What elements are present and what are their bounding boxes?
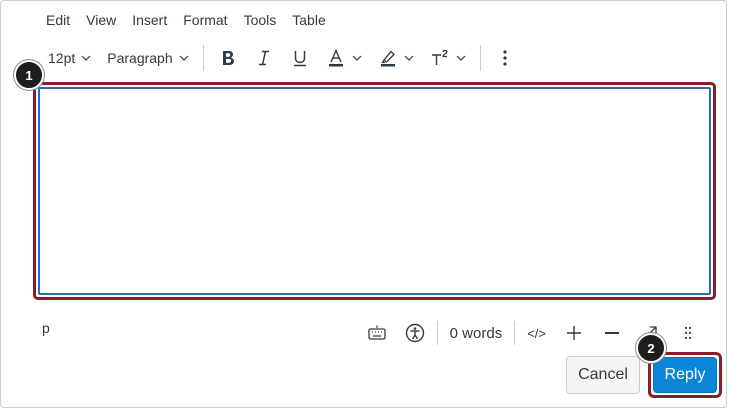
- plus-icon: [567, 326, 581, 340]
- italic-button[interactable]: [246, 44, 282, 72]
- block-format-dropdown[interactable]: Paragraph: [99, 44, 196, 72]
- chevron-down-icon: [456, 55, 466, 61]
- keyboard-shortcuts-button[interactable]: [358, 323, 396, 343]
- cancel-button[interactable]: Cancel: [566, 356, 640, 394]
- toolbar-divider: [479, 45, 481, 71]
- drag-handle-icon: [684, 326, 692, 340]
- accessibility-icon: [405, 323, 424, 343]
- decrease-size-button[interactable]: [593, 323, 631, 343]
- highlight-color-button[interactable]: [370, 44, 422, 72]
- accessibility-checker-button[interactable]: [396, 323, 434, 343]
- underline-button[interactable]: [282, 44, 318, 72]
- italic-icon: [258, 50, 269, 66]
- menu-format[interactable]: Format: [175, 10, 235, 30]
- rich-text-editor[interactable]: [38, 87, 711, 295]
- font-size-dropdown[interactable]: 12pt: [40, 44, 99, 72]
- menu-view[interactable]: View: [78, 10, 124, 30]
- menu-insert[interactable]: Insert: [124, 10, 175, 30]
- resize-handle[interactable]: [669, 323, 707, 343]
- statusbar-divider: [436, 321, 438, 345]
- chevron-down-icon: [81, 55, 91, 61]
- superscript-button[interactable]: [422, 44, 474, 72]
- editor-highlight-outline: [33, 82, 716, 300]
- element-path[interactable]: p: [42, 320, 50, 336]
- minus-icon: [605, 332, 619, 334]
- text-color-button[interactable]: [318, 44, 370, 72]
- keyboard-icon: [368, 325, 386, 340]
- superscript-icon: [431, 49, 448, 65]
- menu-edit[interactable]: Edit: [38, 10, 78, 30]
- chevron-down-icon: [179, 55, 189, 61]
- text-color-icon: [328, 48, 343, 67]
- word-count[interactable]: 0 words: [441, 325, 512, 342]
- menu-table[interactable]: Table: [284, 10, 333, 30]
- bold-icon: [222, 51, 234, 65]
- underline-icon: [293, 51, 306, 67]
- editor-statusbar: p 0 words </>: [0, 316, 727, 348]
- chevron-down-icon: [404, 55, 414, 61]
- highlight-icon: [380, 50, 395, 67]
- font-size-value: 12pt: [48, 50, 76, 66]
- more-options-button[interactable]: [487, 44, 523, 72]
- block-format-value: Paragraph: [107, 50, 173, 66]
- more-vertical-icon: [503, 50, 507, 66]
- reply-button[interactable]: Reply: [653, 357, 717, 393]
- bold-button[interactable]: [210, 44, 246, 72]
- callout-badge-2: 2: [636, 333, 666, 363]
- editor-toolbar: 12pt Paragraph: [40, 44, 523, 72]
- toolbar-divider: [202, 45, 204, 71]
- statusbar-divider: [514, 321, 516, 345]
- chevron-down-icon: [352, 55, 362, 61]
- callout-badge-1: 1: [14, 60, 44, 90]
- html-editor-toggle[interactable]: </>: [518, 326, 555, 341]
- menu-tools[interactable]: Tools: [236, 10, 285, 30]
- increase-size-button[interactable]: [555, 323, 593, 343]
- editor-menubar: Edit View Insert Format Tools Table: [38, 10, 334, 30]
